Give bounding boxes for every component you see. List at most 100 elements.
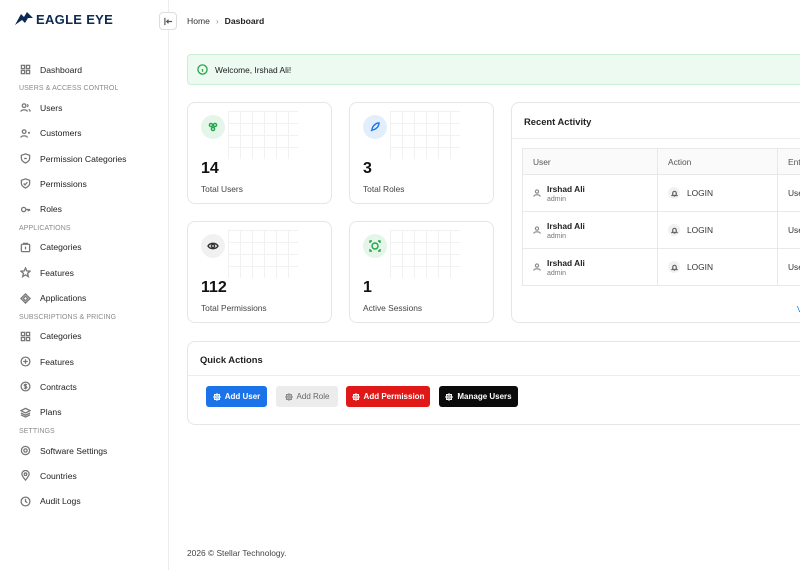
stat-card-users: 14 Total Users [187, 102, 332, 204]
bell-icon [668, 187, 680, 199]
location-icon [19, 470, 31, 482]
brand-name: EAGLE EYE [36, 11, 114, 27]
sidebar-item-roles[interactable]: Roles [0, 196, 169, 221]
action-cell: LOGIN [668, 224, 777, 236]
divider [512, 138, 800, 139]
stat-icon-wrap [363, 115, 387, 139]
users-icon [19, 102, 31, 114]
plus-circle-icon [19, 356, 31, 368]
info-circle-icon [197, 64, 208, 75]
user-info: Irshad Ali admin [547, 221, 585, 240]
sidebar-item-label: Dashboard [40, 64, 83, 75]
user-cell: Irshad Ali admin [533, 221, 657, 240]
diamond-icon [19, 292, 31, 304]
stat-icon-wrap [363, 234, 387, 258]
sidebar-item-label: Plans [40, 407, 62, 418]
gear-icon [351, 392, 360, 401]
stat-card-permissions: 112 Total Permissions [187, 221, 332, 323]
user-role: admin [547, 269, 567, 277]
recent-activity-panel: Recent Activity User Action Ent Irshad A… [511, 102, 800, 323]
sidebar-item-label: Permission Categories [40, 153, 127, 164]
card-decoration [228, 230, 298, 278]
sidebar-item-audit-logs[interactable]: Audit Logs [0, 488, 169, 513]
table-row[interactable]: Irshad Aliadmin LOGIN Use [522, 248, 800, 286]
user-name: Irshad Ali [547, 220, 585, 231]
user-icon [533, 263, 541, 271]
users-group-icon [208, 122, 218, 132]
cell-user: Irshad Ali admin [522, 248, 658, 286]
user-icon [533, 226, 541, 234]
table-row[interactable]: Irshad Aliadmin LOGIN Use [522, 211, 800, 249]
sidebar-item-categories[interactable]: Categories [0, 235, 169, 260]
breadcrumb-home[interactable]: Home [187, 16, 210, 26]
sidebar-item-permissions[interactable]: Permissions [0, 171, 169, 196]
user-name: Irshad Ali [547, 257, 585, 268]
sidebar-item-contracts[interactable]: Contracts [0, 374, 169, 399]
sidebar-item-label: Software Settings [40, 445, 108, 456]
grid-icon [19, 330, 31, 342]
sidebar-item-plans[interactable]: Plans [0, 400, 169, 425]
session-icon [369, 240, 381, 252]
divider [188, 375, 800, 376]
add-user-button[interactable]: Add User [206, 386, 267, 407]
gear-icon [212, 392, 221, 401]
stat-caption: Total Users [201, 184, 243, 194]
sidebar-collapse-button[interactable] [159, 12, 177, 30]
sidebar-item-label: Features [40, 356, 74, 367]
sidebar-item-label: Categories [40, 242, 82, 253]
manage-users-button[interactable]: Manage Users [439, 386, 518, 407]
gear-icon [284, 392, 293, 401]
activity-table: User Action Ent Irshad AliadminLOGINUseI… [522, 148, 800, 286]
table-row[interactable]: Irshad Aliadmin LOGIN Use [522, 174, 800, 212]
sidebar-item-features[interactable]: Features [0, 260, 169, 285]
folder-icon [19, 241, 31, 253]
sidebar-item-label: Contracts [40, 381, 77, 392]
layers-icon [19, 406, 31, 418]
clock-icon [19, 495, 31, 507]
column-header-entity[interactable]: Ent [777, 148, 800, 175]
brand-logo[interactable]: EAGLE EYE [14, 11, 113, 27]
action-label: LOGIN [687, 225, 714, 235]
sidebar-section-applications: APPLICATIONS [19, 224, 71, 232]
sidebar-section-settings: SETTINGS [19, 427, 55, 435]
stat-caption: Active Sessions [363, 303, 423, 313]
chevron-right-icon: › [215, 16, 219, 26]
sidebar-item-users[interactable]: Users [0, 95, 169, 120]
user-cell: Irshad Ali admin [533, 184, 657, 203]
eye-icon [207, 242, 219, 250]
quick-actions-title: Quick Actions [200, 354, 263, 365]
bell-icon [668, 261, 680, 273]
sidebar-item-dashboard[interactable]: Dashboard [0, 57, 169, 82]
cell-user: Irshad Ali admin [522, 174, 658, 212]
shield-icon [19, 153, 31, 165]
welcome-alert: Welcome, Irshad Ali! [187, 54, 800, 85]
table-header-row: User Action Ent [522, 148, 800, 175]
sidebar-item-permission-categories[interactable]: Permission Categories [0, 146, 169, 171]
sidebar-item-label: Customers [40, 128, 82, 139]
stat-value: 14 [201, 160, 219, 177]
cell-entity: Use [777, 174, 800, 212]
sidebar-item-label: Audit Logs [40, 496, 81, 507]
add-role-button[interactable]: Add Role [276, 386, 338, 407]
key-icon [19, 203, 31, 215]
sidebar-item-countries[interactable]: Countries [0, 463, 169, 488]
sidebar-item-categories[interactable]: Categories [0, 324, 169, 349]
cell-entity: Use [777, 248, 800, 286]
user-icon [533, 189, 541, 197]
column-header-user[interactable]: User [522, 148, 658, 175]
recent-activity-title: Recent Activity [524, 116, 592, 127]
add-permission-button[interactable]: Add Permission [346, 386, 430, 407]
action-cell: LOGIN [668, 187, 777, 199]
sidebar-item-applications[interactable]: Applications [0, 285, 169, 310]
column-header-action[interactable]: Action [657, 148, 778, 175]
sidebar-item-features[interactable]: Features [0, 349, 169, 374]
card-decoration [390, 230, 460, 278]
sidebar-item-software-settings[interactable]: Software Settings [0, 438, 169, 463]
cell-entity: Use [777, 211, 800, 249]
sidebar-item-label: Categories [40, 331, 82, 342]
stat-caption: Total Permissions [201, 303, 267, 313]
button-label: Manage Users [457, 392, 512, 401]
cell-action: LOGIN [657, 248, 778, 286]
cell-action: LOGIN [657, 174, 778, 212]
sidebar-item-customers[interactable]: Customers [0, 121, 169, 146]
